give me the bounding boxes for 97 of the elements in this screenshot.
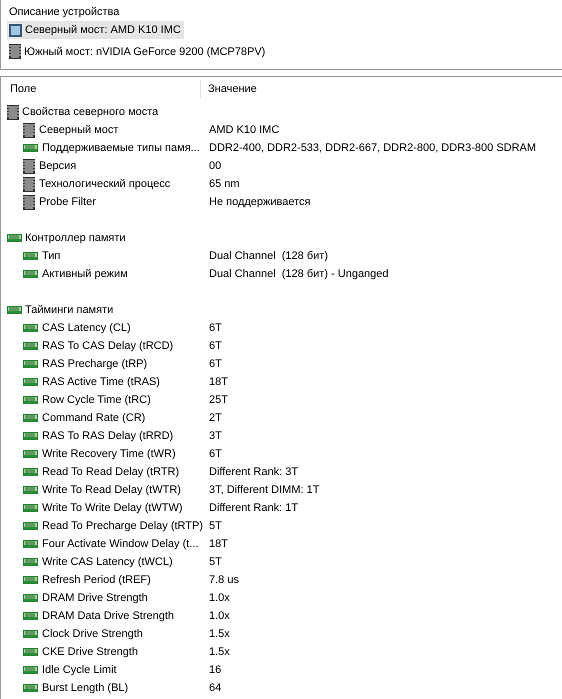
field-label[interactable]: Write CAS Latency (tWCL): [42, 553, 173, 571]
field-value: 2T: [209, 411, 222, 426]
field-value: Different Rank: 3T: [209, 465, 298, 480]
group-label[interactable]: Свойства северного моста: [22, 103, 158, 121]
field-label[interactable]: RAS To CAS Delay (tRCD): [42, 337, 174, 355]
field-value: 1.5x: [209, 645, 230, 660]
field-label[interactable]: DRAM Data Drive Strength: [42, 607, 174, 625]
field-label[interactable]: Command Rate (CR): [42, 409, 146, 427]
chip-icon: [23, 158, 35, 174]
field-value: AMD K10 IMC: [209, 123, 280, 138]
field-value: Не поддерживается: [209, 195, 310, 210]
field-value: Different Rank: 1T: [209, 501, 298, 516]
field-label[interactable]: Probe Filter: [39, 193, 96, 211]
field-label[interactable]: DRAM Drive Strength: [42, 589, 148, 607]
memory-module-icon: [23, 666, 38, 674]
field-value: Dual Channel (128 бит): [209, 249, 328, 264]
column-header[interactable]: Значение: [201, 80, 257, 98]
memory-module-icon: [23, 396, 38, 404]
chip-icon: [23, 194, 35, 210]
memory-module-icon: [23, 342, 38, 350]
field-value: 5T: [209, 555, 222, 570]
field-value: 18T: [209, 375, 228, 390]
field-label[interactable]: Write To Read Delay (tWTR): [42, 481, 181, 499]
chip-icon: [23, 122, 35, 138]
field-value: 6T: [209, 357, 222, 372]
memory-module-icon: [23, 450, 38, 458]
memory-module-icon: [23, 432, 38, 440]
column-header[interactable]: Поле: [1, 80, 201, 98]
device-item[interactable]: Южный мост: nVIDIA GeForce 9200 (MCP78PV): [7, 42, 268, 60]
field-label[interactable]: Северный мост: [39, 121, 118, 139]
chip-icon: [23, 176, 35, 192]
chip-icon: [7, 104, 19, 120]
field-label[interactable]: Burst Length (BL): [42, 679, 128, 697]
field-label[interactable]: CKE Drive Strength: [42, 643, 138, 661]
memory-module-icon: [23, 612, 38, 620]
field-value: 00: [209, 159, 222, 174]
memory-module-icon: [23, 630, 38, 638]
field-label[interactable]: RAS Active Time (tRAS): [42, 373, 160, 391]
field-label[interactable]: Write To Write Delay (tWTW): [42, 499, 183, 517]
field-label[interactable]: Write Recovery Time (tWR): [42, 445, 176, 463]
field-value: 3T, Different DIMM: 1T: [209, 483, 320, 498]
field-value: 6T: [209, 321, 222, 336]
field-label[interactable]: Тип: [42, 247, 60, 265]
memory-module-icon: [23, 360, 38, 368]
memory-module-icon: [23, 522, 38, 530]
memory-module-icon: [23, 270, 38, 278]
field-value: 25T: [209, 393, 228, 408]
field-label[interactable]: Row Cycle Time (tRC): [42, 391, 151, 409]
field-label[interactable]: Clock Drive Strength: [42, 625, 143, 643]
field-label[interactable]: Four Activate Window Delay (t...: [42, 535, 198, 553]
memory-module-icon: [23, 504, 38, 512]
field-label[interactable]: Refresh Period (tREF): [42, 571, 151, 589]
field-value: 1.5x: [209, 627, 230, 642]
panel-title: Описание устройства: [8, 5, 120, 20]
memory-module-icon: [23, 414, 38, 422]
memory-module-icon: [23, 252, 38, 260]
field-value: 1.0x: [209, 609, 230, 624]
field-label[interactable]: Версия: [39, 157, 76, 175]
memory-module-icon: [23, 576, 38, 584]
chip-icon: [9, 44, 21, 59]
memory-module-icon: [23, 144, 38, 152]
memory-module-icon: [23, 486, 38, 494]
memory-module-icon: [23, 468, 38, 476]
group-label[interactable]: Контроллер памяти: [25, 229, 126, 247]
field-value: 18T: [209, 537, 228, 552]
field-label[interactable]: CAS Latency (CL): [42, 319, 131, 337]
field-value: 1.0x: [209, 591, 230, 606]
field-value: 6T: [209, 339, 222, 354]
field-label[interactable]: Поддерживаемые типы памя...: [42, 139, 200, 157]
field-value: 7.8 us: [209, 573, 239, 588]
field-value: Dual Channel (128 бит) - Unganged: [209, 267, 389, 282]
field-value: 16: [209, 663, 222, 678]
memory-module-icon: [23, 558, 38, 566]
field-value: 5T: [209, 519, 222, 534]
field-value: 3T: [209, 429, 222, 444]
field-value: DDR2-400, DDR2-533, DDR2-667, DDR2-800, DDR3-800 SDRAM: [209, 141, 536, 156]
memory-module-icon: [7, 306, 22, 314]
field-label[interactable]: Read To Read Delay (tRTR): [42, 463, 180, 481]
memory-module-icon: [23, 648, 38, 656]
field-label[interactable]: Read To Precharge Delay (tRTP): [42, 517, 203, 535]
field-label[interactable]: Активный режим: [42, 265, 128, 283]
memory-module-icon: [23, 594, 38, 602]
field-label[interactable]: Idle Cycle Limit: [42, 661, 117, 679]
memory-module-icon: [7, 234, 22, 242]
memory-module-icon: [23, 378, 38, 386]
field-label[interactable]: RAS To RAS Delay (tRRD): [42, 427, 174, 445]
device-item[interactable]: Северный мост: AMD K10 IMC: [7, 21, 184, 39]
field-label[interactable]: RAS Precharge (tRP): [42, 355, 148, 373]
memory-module-icon: [23, 324, 38, 332]
field-value: 6T: [209, 447, 222, 462]
field-value: 65 nm: [209, 177, 240, 192]
memory-module-icon: [23, 540, 38, 548]
processor-icon: [9, 24, 22, 36]
group-label[interactable]: Тайминги памяти: [25, 301, 114, 319]
field-label[interactable]: Технологический процесс: [39, 175, 170, 193]
memory-module-icon: [23, 684, 38, 692]
field-value: 64: [209, 681, 222, 696]
